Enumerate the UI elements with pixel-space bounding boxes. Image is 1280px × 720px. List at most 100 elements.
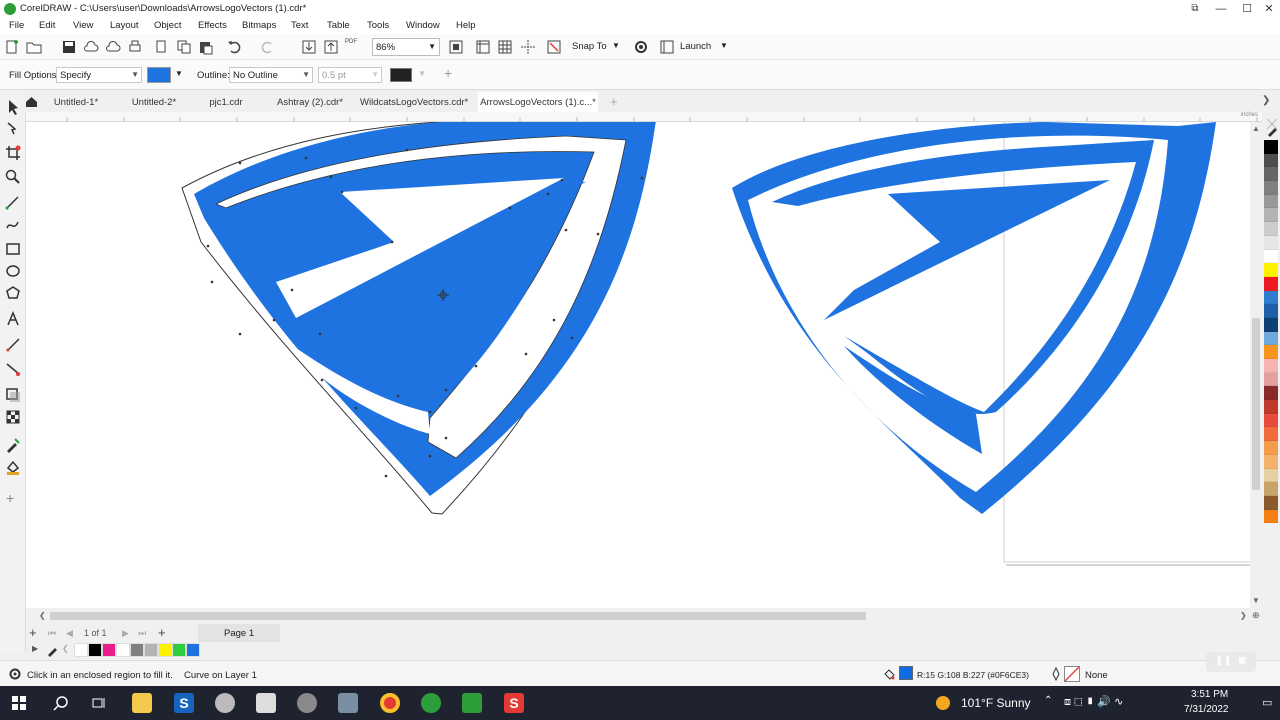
- app-s-icon[interactable]: S: [174, 693, 194, 713]
- first-page-icon[interactable]: ⏮: [48, 628, 56, 639]
- tab-ashtray[interactable]: Ashtray (2).cdr*: [262, 92, 358, 112]
- cut-icon[interactable]: [154, 39, 170, 55]
- doc-palette-swatch[interactable]: [102, 643, 116, 657]
- doc-palette-swatch[interactable]: [144, 643, 158, 657]
- fill-color-chevron-icon[interactable]: ▼: [175, 69, 183, 78]
- minimize-button[interactable]: —: [1208, 0, 1234, 18]
- notifications-icon[interactable]: ▭: [1262, 696, 1272, 709]
- app-paint-icon[interactable]: [215, 693, 235, 713]
- text-tool-icon[interactable]: [4, 310, 22, 328]
- file-explorer-icon[interactable]: [132, 693, 152, 713]
- paste-icon[interactable]: [198, 39, 214, 55]
- recording-overlay[interactable]: ❚❚ ◼: [1206, 652, 1256, 672]
- menu-bitmaps[interactable]: Bitmaps: [242, 20, 276, 31]
- tabs-overflow-icon[interactable]: ❯: [1262, 95, 1270, 106]
- menu-tools[interactable]: Tools: [367, 20, 389, 31]
- clock-time[interactable]: 3:51 PM: [1191, 689, 1228, 700]
- scroll-down-icon[interactable]: ▼: [1252, 596, 1260, 605]
- scroll-left-icon[interactable]: ❮: [39, 611, 46, 620]
- palette-swatch[interactable]: [1264, 181, 1278, 195]
- cloud-download-icon[interactable]: [105, 39, 121, 55]
- weather-sun-icon[interactable]: [936, 696, 950, 710]
- add-page-before-icon[interactable]: +: [29, 625, 37, 640]
- app-green-circle-icon[interactable]: [421, 693, 441, 713]
- palette-swatch[interactable]: [1264, 290, 1278, 305]
- polygon-tool-icon[interactable]: [4, 284, 22, 302]
- rectangle-tool-icon[interactable]: [4, 240, 22, 258]
- palette-swatch[interactable]: [1264, 400, 1278, 414]
- app-inkscape-icon[interactable]: [338, 693, 358, 713]
- tab-untitled-2[interactable]: Untitled-2*: [116, 92, 192, 112]
- menu-effects[interactable]: Effects: [198, 20, 227, 31]
- full-screen-icon[interactable]: [448, 39, 464, 55]
- palette-swatch[interactable]: [1264, 222, 1278, 236]
- new-tab-icon[interactable]: +: [610, 94, 618, 109]
- menu-text[interactable]: Text: [291, 20, 308, 31]
- doc-palette-scroll-left-icon[interactable]: ❮: [62, 644, 69, 653]
- fill-color-swatch[interactable]: [147, 67, 171, 83]
- drop-shadow-tool-icon[interactable]: [4, 386, 22, 404]
- ellipse-tool-icon[interactable]: [4, 262, 22, 280]
- show-guidelines-icon[interactable]: [520, 39, 536, 55]
- doc-palette-swatch[interactable]: [74, 643, 88, 657]
- app-tool-icon[interactable]: [297, 693, 317, 713]
- open-folder-icon[interactable]: [26, 39, 42, 55]
- palette-swatch[interactable]: [1264, 468, 1278, 483]
- launch-icon[interactable]: [659, 39, 675, 55]
- palette-swatch[interactable]: [1264, 454, 1278, 469]
- add-tool-icon[interactable]: +: [6, 490, 14, 506]
- previous-page-icon[interactable]: ◀: [66, 628, 73, 639]
- palette-swatch[interactable]: [1264, 140, 1278, 154]
- palette-swatch[interactable]: [1264, 304, 1278, 318]
- last-page-icon[interactable]: ⏭: [138, 628, 146, 639]
- menu-object[interactable]: Object: [154, 20, 181, 31]
- horizontal-scrollbar[interactable]: ❮ ❯ ⊕: [26, 608, 1262, 624]
- scroll-right-icon[interactable]: ❯: [1240, 611, 1247, 620]
- page-tab-1[interactable]: Page 1: [198, 624, 280, 642]
- palette-swatch[interactable]: [1264, 482, 1278, 496]
- scroll-up-icon[interactable]: ▲: [1252, 124, 1260, 133]
- palette-swatch[interactable]: [1264, 331, 1278, 346]
- tab-untitled-1[interactable]: Untitled-1*: [38, 92, 114, 112]
- tray-icons[interactable]: ⧈ ⬚ ▮ 🔊 ∿: [1064, 695, 1123, 709]
- snap-chevron-icon[interactable]: ▼: [612, 41, 620, 50]
- palette-swatch[interactable]: [1264, 317, 1278, 332]
- palette-swatch[interactable]: [1264, 372, 1278, 387]
- horizontal-scroll-thumb[interactable]: [50, 612, 866, 620]
- menu-layout[interactable]: Layout: [110, 20, 139, 31]
- pause-icon[interactable]: ❚❚: [1215, 655, 1232, 666]
- outline-color-swatch[interactable]: [390, 68, 412, 82]
- show-grid-icon[interactable]: [497, 39, 513, 55]
- chrome-icon[interactable]: [380, 693, 400, 713]
- menu-edit[interactable]: Edit: [39, 20, 55, 31]
- zoom-tool-icon[interactable]: [4, 168, 22, 186]
- outline-select[interactable]: No Outline ▼: [229, 67, 313, 83]
- add-property-icon[interactable]: +: [444, 65, 452, 81]
- doc-palette-swatch[interactable]: [172, 643, 186, 657]
- redo-icon[interactable]: [260, 39, 276, 55]
- export-pdf-icon[interactable]: PDF: [345, 39, 361, 55]
- outline-color-chevron-icon[interactable]: ▼: [418, 69, 426, 78]
- interactive-fill-icon[interactable]: [4, 458, 22, 476]
- settings-gear-icon[interactable]: [8, 667, 22, 681]
- palette-swatch[interactable]: [1264, 441, 1278, 455]
- fill-color-indicator[interactable]: [899, 666, 913, 680]
- outline-width-select[interactable]: 0.5 pt ▼: [318, 67, 382, 83]
- doc-palette-eyedropper-icon[interactable]: [46, 643, 60, 657]
- tab-arrows-logo[interactable]: ArrowsLogoVectors (1).c...*: [478, 92, 598, 112]
- print-icon[interactable]: [127, 39, 143, 55]
- tray-expand-icon[interactable]: ⌃: [1044, 695, 1052, 706]
- parallel-dimension-icon[interactable]: [4, 336, 22, 354]
- eyedropper-tool-icon[interactable]: [4, 436, 22, 454]
- zoom-to-fit-icon[interactable]: ⊕: [1252, 610, 1260, 621]
- app-qr-icon[interactable]: [256, 693, 276, 713]
- add-page-after-icon[interactable]: +: [158, 625, 166, 640]
- tab-wildcats[interactable]: WildcatsLogoVectors.cdr*: [360, 92, 468, 112]
- doc-palette-swatch[interactable]: [130, 643, 144, 657]
- snap-off-icon[interactable]: [546, 39, 562, 55]
- menu-table[interactable]: Table: [327, 20, 350, 31]
- shape-tool-icon[interactable]: [4, 120, 22, 138]
- coreldraw-taskbar-icon[interactable]: [462, 693, 482, 713]
- color-palette[interactable]: [1264, 140, 1278, 624]
- palette-swatch[interactable]: [1264, 249, 1278, 264]
